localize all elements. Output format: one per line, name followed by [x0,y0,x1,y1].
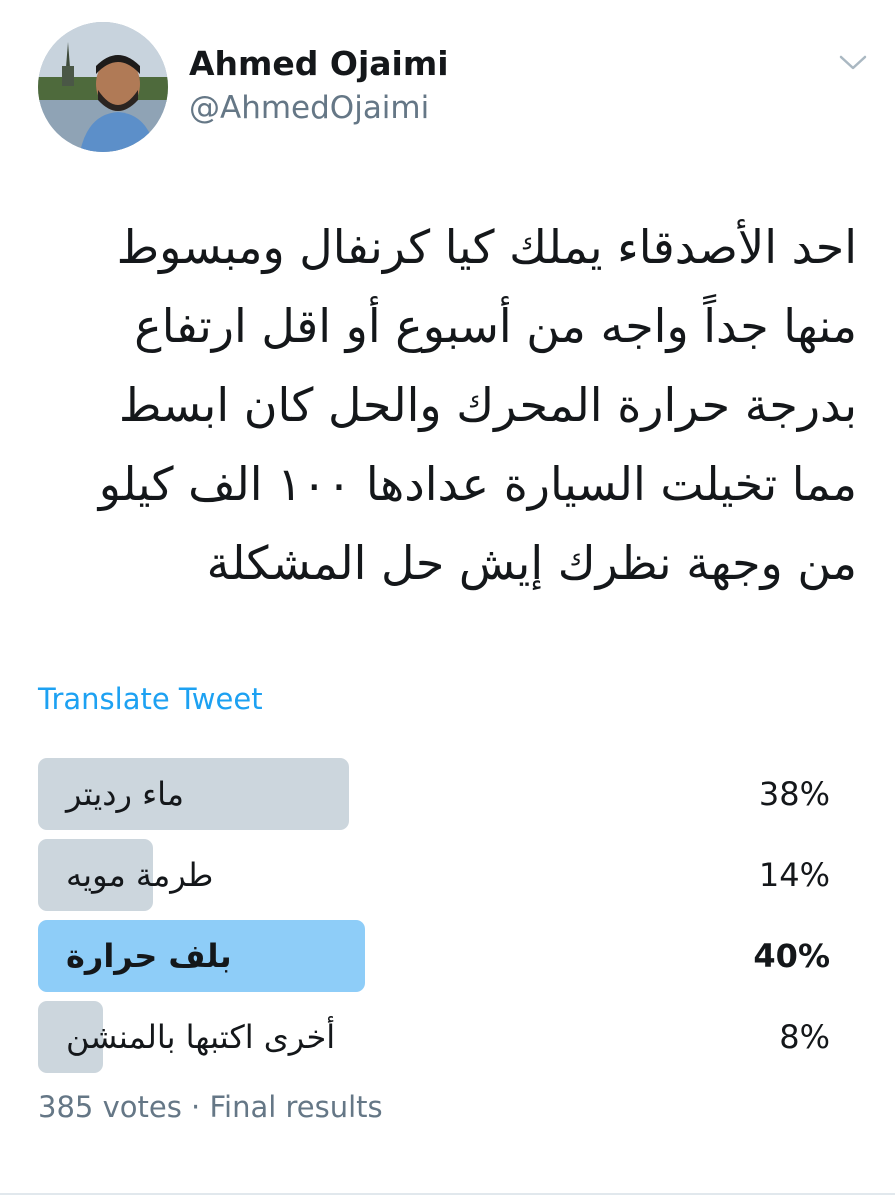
poll-option-percent: 8% [779,1018,830,1056]
tweet-text-line: مما تخيلت السيارة عدادها ١٠٠ الف كيلو [98,457,857,511]
poll: ماء رديتر 38% طرمة مويه 14% بلف حرارة 40… [38,758,838,1082]
profile-photo-icon [38,22,168,152]
poll-option-percent: 40% [753,937,830,975]
tweet-text: احد الأصدقاء يملك كيا كرنفال ومبسوط منها… [27,208,857,603]
poll-option: أخرى اكتبها بالمنشن 8% [38,1001,838,1073]
divider [0,1193,895,1195]
poll-option-label: طرمة مويه [66,856,214,894]
poll-footer: 385 votes · Final results [38,1090,383,1124]
tweet-text-line: احد الأصدقاء يملك كيا كرنفال ومبسوط [116,220,857,274]
poll-option-label: ماء رديتر [66,775,185,813]
tweet-text-line: منها جداً واجه من أسبوع أو اقل ارتفاع [134,299,857,353]
user-handle[interactable]: @AhmedOjaimi [189,90,429,126]
poll-option: ماء رديتر 38% [38,758,838,830]
user-name[interactable]: Ahmed Ojaimi [189,44,449,83]
tweet-text-line: بدرجة حرارة المحرك والحل كان ابسط [118,378,857,432]
chevron-down-icon[interactable] [838,52,868,74]
translate-tweet-link[interactable]: Translate Tweet [38,682,263,716]
poll-option-percent: 38% [758,775,830,813]
poll-option-label: أخرى اكتبها بالمنشن [66,1018,336,1056]
poll-option-percent: 14% [758,856,830,894]
tweet-text-line: من وجهة نظرك إيش حل المشكلة [206,536,857,590]
poll-option: بلف حرارة 40% [38,920,838,992]
poll-option-label: بلف حرارة [66,937,232,975]
avatar[interactable] [38,22,168,152]
tweet-header: Ahmed Ojaimi @AhmedOjaimi [38,22,868,162]
poll-option: طرمة مويه 14% [38,839,838,911]
